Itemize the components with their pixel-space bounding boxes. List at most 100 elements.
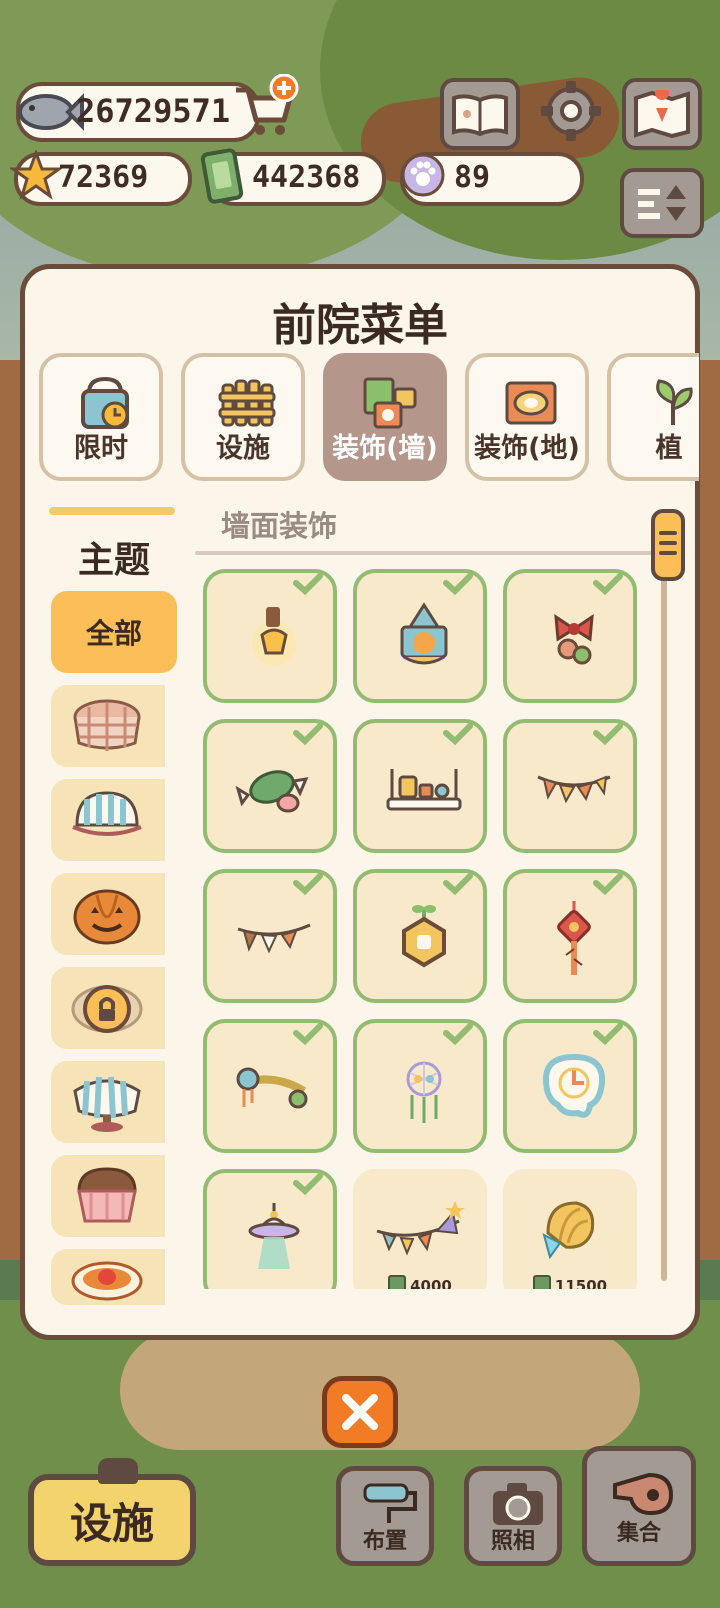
- item-card[interactable]: [203, 869, 337, 1003]
- theme-item-striped-canopy[interactable]: [51, 779, 165, 861]
- fish-coin-counter: 26729571: [16, 82, 260, 142]
- owned-check-icon: [593, 1023, 623, 1045]
- shop-cart-button[interactable]: [230, 73, 300, 140]
- owned-check-icon: [443, 1023, 473, 1045]
- fish-icon: [18, 93, 84, 131]
- scrollbar-thumb[interactable]: [651, 509, 685, 581]
- price-value: 4000: [410, 1277, 452, 1289]
- cupcake-icon: [77, 1167, 137, 1223]
- shell-ribbon-icon: [542, 1201, 595, 1260]
- section-title: 墙面装饰: [221, 509, 338, 543]
- theme-item-strawberry-cake[interactable]: [51, 1249, 165, 1305]
- guidebook-icon: [452, 94, 508, 136]
- owned-check-icon: [293, 1023, 323, 1045]
- item-card[interactable]: [203, 719, 337, 853]
- chinese-knot-icon: [557, 901, 591, 975]
- owned-check-icon: [293, 723, 323, 745]
- sort-toggle-button[interactable]: [620, 168, 704, 238]
- theme-item-striped-round[interactable]: [51, 1061, 165, 1143]
- ticket-icon: [200, 148, 244, 204]
- map-icon: [634, 90, 690, 138]
- item-card-for-sale[interactable]: 11500: [503, 1169, 637, 1289]
- facility-button[interactable]: 设施: [28, 1458, 196, 1566]
- ticket-counter: 442368: [200, 148, 386, 206]
- locked-theme-icon: [71, 985, 143, 1033]
- guidebook-button[interactable]: [440, 78, 520, 150]
- theme-item-pumpkin[interactable]: [51, 873, 165, 955]
- photo-button-label: 照相: [490, 1529, 535, 1554]
- close-button[interactable]: [322, 1376, 398, 1448]
- gear-icon: [541, 81, 601, 141]
- gather-button-label: 集合: [616, 1521, 661, 1546]
- ufo-lamp-icon: [248, 1203, 300, 1269]
- ticket-icon: [532, 1275, 551, 1289]
- item-card-for-sale[interactable]: 4000: [353, 1169, 487, 1289]
- item-card[interactable]: [503, 569, 637, 703]
- star-icon: [10, 150, 62, 200]
- bow-ornament-icon: [554, 614, 594, 665]
- floor-deco-icon: [505, 381, 557, 425]
- tab-wall-decoration[interactable]: 装饰(墙): [323, 353, 447, 481]
- theme-all-label: 全部: [85, 617, 142, 650]
- owned-check-icon: [293, 573, 323, 595]
- fence-icon: [218, 379, 276, 427]
- item-card[interactable]: [503, 869, 637, 1003]
- layout-button[interactable]: 布置: [336, 1466, 434, 1566]
- tab-floor-decoration[interactable]: 装饰(地): [465, 353, 589, 481]
- item-card[interactable]: [353, 719, 487, 853]
- tab-label: 植: [655, 433, 683, 464]
- item-card[interactable]: [503, 1019, 637, 1153]
- scrollbar-track[interactable]: [661, 521, 667, 1281]
- item-grid: 4000 11500: [203, 569, 643, 1289]
- owned-check-icon: [443, 573, 473, 595]
- item-card[interactable]: [353, 569, 487, 703]
- clipboard-clip-icon: [98, 1458, 138, 1484]
- tab-label: 装饰(墙): [332, 433, 438, 464]
- plant-icon: [656, 379, 693, 425]
- item-card[interactable]: [203, 1019, 337, 1153]
- bunting-flags-2-icon: [237, 923, 311, 954]
- panel-title: 前院菜单: [272, 300, 448, 351]
- paw-token-counter: 89: [400, 152, 584, 206]
- star-value: 72369: [58, 160, 149, 195]
- theme-item-locked[interactable]: [51, 967, 165, 1049]
- item-card[interactable]: [503, 719, 637, 853]
- category-tabs: 限时 设施 装饰(墙) 装饰(地) 植: [39, 353, 699, 481]
- wall-deco-icon: [363, 377, 417, 429]
- wall-shelf-icon: [386, 769, 462, 811]
- star-counter: 72369: [10, 150, 192, 206]
- limited-bag-icon: [81, 376, 129, 429]
- tab-facility[interactable]: 设施: [181, 353, 305, 481]
- dreamcatcher-icon: [406, 1061, 442, 1123]
- tab-plants[interactable]: 植: [607, 353, 699, 481]
- theme-item-cupcake[interactable]: [51, 1155, 165, 1237]
- scarf-garland-icon: [236, 1067, 308, 1109]
- photo-button[interactable]: 照相: [464, 1466, 562, 1566]
- layout-button-label: 布置: [362, 1529, 407, 1554]
- ticket-value: 442368: [252, 160, 361, 195]
- plaid-table-icon: [73, 699, 141, 751]
- gather-button[interactable]: 集合: [582, 1446, 696, 1566]
- item-card[interactable]: [203, 1169, 337, 1289]
- facility-button-label: 设施: [69, 1498, 154, 1548]
- whistle-icon: [613, 1472, 674, 1516]
- wall-lamp-icon: [252, 607, 296, 665]
- settings-button[interactable]: [536, 76, 606, 146]
- owned-check-icon: [593, 873, 623, 895]
- price-value: 11500: [554, 1277, 608, 1289]
- cat-pennant-icon: [400, 602, 448, 665]
- tab-label: 设施: [216, 433, 270, 464]
- front-yard-menu-panel: 前院菜单 限时 设施 装饰(墙) 装饰(地) 植 主题 全部 墙面装饰 4000…: [20, 264, 700, 1340]
- theme-all-button[interactable]: 全部: [51, 591, 177, 673]
- pumpkin-icon: [73, 889, 141, 945]
- map-button[interactable]: [622, 78, 702, 150]
- item-card[interactable]: [203, 569, 337, 703]
- tab-label: 限时: [74, 433, 128, 464]
- striped-round-table-icon: [73, 1076, 141, 1132]
- theme-item-plaid[interactable]: [51, 685, 165, 767]
- item-card[interactable]: [353, 869, 487, 1003]
- item-card[interactable]: [353, 1019, 487, 1153]
- tab-label: 装饰(地): [474, 433, 580, 464]
- tab-limited[interactable]: 限时: [39, 353, 163, 481]
- sidebar-accent-bar: [49, 507, 175, 515]
